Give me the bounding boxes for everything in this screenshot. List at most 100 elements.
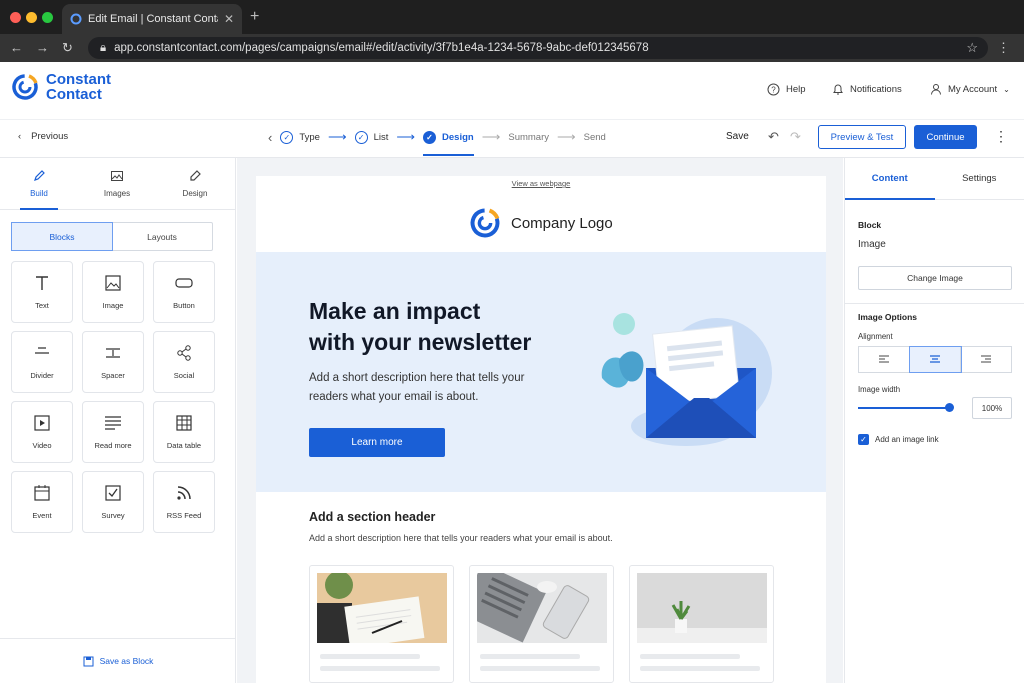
email-document[interactable]: View as webpage Company Logo Make an imp… (256, 176, 826, 683)
my-account-menu[interactable]: My Account ⌄ (930, 83, 1010, 95)
hero-section[interactable]: Make an impact with your newsletter Add … (256, 252, 826, 492)
close-window-button[interactable] (10, 12, 21, 23)
spacer-icon (106, 348, 120, 358)
button-icon (175, 278, 193, 288)
check-circle-icon: ✓ (280, 130, 294, 144)
steps-back-chevron-icon[interactable]: ‹ (268, 130, 272, 145)
view-as-webpage-link[interactable]: View as webpage (256, 179, 826, 188)
hero-title[interactable]: Make an impact with your newsletter (309, 296, 569, 358)
tab-content[interactable]: Content (845, 158, 935, 200)
brand-logo[interactable]: Constant Contact (10, 72, 111, 102)
section-description[interactable]: Add a short description here that tells … (309, 533, 613, 543)
image-link-checkbox[interactable]: ✓ (858, 434, 869, 445)
help-link[interactable]: ? Help (767, 83, 806, 96)
block-spacer[interactable]: Spacer (82, 331, 144, 393)
checkbox-icon (105, 485, 121, 501)
continue-button[interactable]: Continue (914, 125, 977, 149)
block-text[interactable]: Text (11, 261, 73, 323)
block-rss-feed[interactable]: RSS Feed (153, 471, 215, 533)
tab-settings[interactable]: Settings (935, 158, 1024, 199)
reload-icon[interactable]: ↻ (62, 40, 73, 56)
block-divider[interactable]: Divider (11, 331, 73, 393)
section-header[interactable]: Add a section header (309, 510, 435, 524)
hero-description[interactable]: Add a short description here that tells … (309, 369, 559, 407)
tab-build[interactable]: Build (0, 158, 78, 210)
read-more-icon (105, 416, 121, 430)
forward-icon[interactable]: → (36, 40, 49, 55)
align-left-button[interactable] (859, 347, 910, 372)
block-read-more[interactable]: Read more (82, 401, 144, 463)
image-width-slider-handle[interactable] (945, 403, 954, 412)
image-width-label: Image width (858, 385, 901, 394)
image-width-input[interactable]: 100% (972, 397, 1012, 419)
close-tab-icon[interactable]: ✕ (224, 12, 234, 26)
step-design[interactable]: ✓ Design (423, 130, 474, 156)
build-panel: Build Images Design Blocks Layouts Text … (0, 158, 236, 683)
save-button[interactable]: Save (726, 131, 749, 142)
block-image[interactable]: Image (82, 261, 144, 323)
laptop-phone-photo (477, 573, 607, 643)
notifications-link[interactable]: Notifications (832, 83, 902, 96)
block-grid: Text Image Button Divider Spacer Social … (11, 261, 216, 533)
step-list[interactable]: ✓ List (354, 130, 388, 144)
step-send[interactable]: Send (584, 132, 606, 143)
align-center-icon (930, 354, 940, 363)
align-right-button[interactable] (961, 347, 1011, 372)
block-social[interactable]: Social (153, 331, 215, 393)
address-bar-row: ← → ↻ 🔒︎ app.constantcontact.com/pages/c… (0, 34, 1024, 62)
step-type[interactable]: ✓ Type (280, 130, 320, 144)
tab-design[interactable]: Design (156, 158, 234, 209)
image-width-slider-track[interactable] (858, 407, 950, 409)
block-button[interactable]: Button (153, 261, 215, 323)
my-account-label: My Account (948, 83, 998, 95)
app-header: Constant Contact ? Help Notifications My… (0, 62, 1024, 120)
save-as-block-button[interactable]: Save as Block (0, 638, 236, 683)
block-survey[interactable]: Survey (82, 471, 144, 533)
segment-blocks[interactable]: Blocks (11, 222, 113, 251)
alignment-control (858, 346, 1012, 373)
browser-menu-icon[interactable]: ⋮ (997, 40, 1010, 56)
redo-icon[interactable]: ↷ (790, 129, 801, 145)
minimize-window-button[interactable] (26, 12, 37, 23)
previous-button[interactable]: ‹ Previous (18, 131, 68, 142)
bookmark-star-icon[interactable]: ☆ (966, 40, 978, 56)
tab-images[interactable]: Images (78, 158, 156, 209)
block-label: Image (102, 301, 124, 310)
placeholder-line (480, 666, 600, 671)
align-center-button[interactable] (909, 346, 962, 373)
company-logo[interactable]: Company Logo (468, 206, 613, 240)
back-icon[interactable]: ← (10, 40, 23, 55)
maximize-window-button[interactable] (42, 12, 53, 23)
help-label: Help (786, 84, 806, 95)
notebook-desk-photo (317, 573, 447, 643)
block-label: Text (35, 301, 49, 310)
block-data-table[interactable]: Data table (153, 401, 215, 463)
svg-text:?: ? (771, 85, 776, 94)
article-card[interactable] (629, 565, 774, 683)
plant-shelf-photo (637, 573, 767, 643)
step-summary[interactable]: Summary (508, 132, 549, 143)
browser-tabbar: Edit Email | Constant Contact ✕ + (0, 0, 1024, 34)
article-card[interactable] (469, 565, 614, 683)
block-label: Block (858, 220, 882, 230)
divider (845, 303, 1024, 304)
block-video[interactable]: Video (11, 401, 73, 463)
undo-icon[interactable]: ↶ (768, 129, 779, 145)
arrow-right-icon: ⟶ (481, 129, 501, 144)
learn-more-button[interactable]: Learn more (309, 428, 445, 457)
block-label: Social (173, 371, 195, 380)
envelope-illustration-icon (601, 313, 772, 446)
align-left-icon (879, 355, 889, 362)
block-event[interactable]: Event (11, 471, 73, 533)
browser-tab[interactable]: Edit Email | Constant Contact ✕ (62, 4, 242, 34)
segment-layouts[interactable]: Layouts (112, 223, 212, 250)
calendar-icon (34, 485, 50, 501)
article-card[interactable] (309, 565, 454, 683)
new-tab-icon[interactable]: + (250, 8, 259, 26)
preview-test-button[interactable]: Preview & Test (818, 125, 906, 149)
change-image-button[interactable]: Change Image (858, 266, 1012, 290)
rss-icon (177, 486, 191, 500)
more-options-icon[interactable]: ⋮ (994, 128, 1008, 145)
url-field[interactable]: 🔒︎ app.constantcontact.com/pages/campaig… (88, 37, 988, 59)
block-label: Data table (166, 441, 202, 450)
